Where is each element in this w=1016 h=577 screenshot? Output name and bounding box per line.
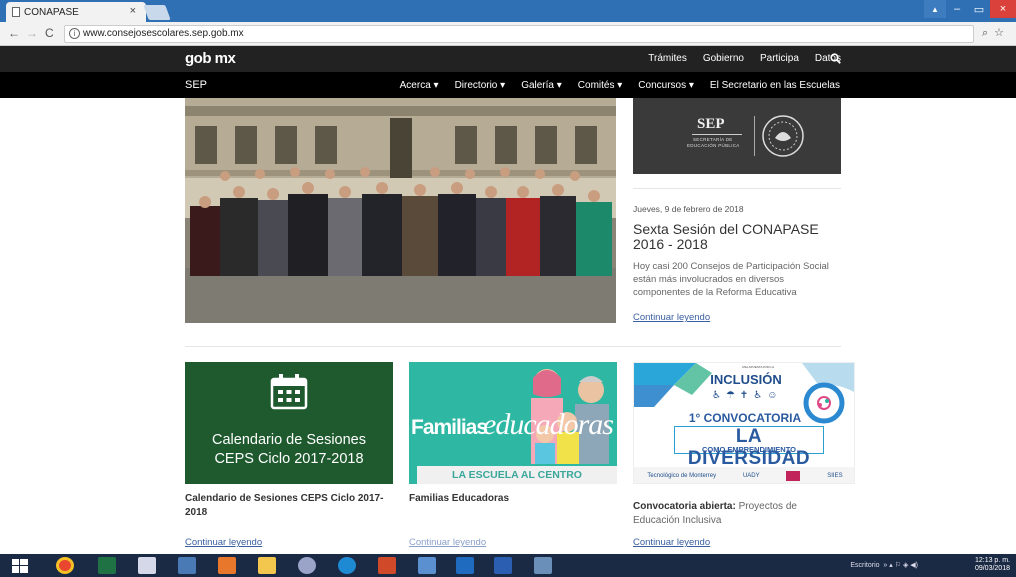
card-familias-image[interactable]: Familias educadoras LA ESCUELA AL CENTRO xyxy=(409,362,617,484)
card-familias-title[interactable]: Familias Educadoras xyxy=(409,492,619,506)
powerpoint-icon[interactable] xyxy=(378,557,396,574)
gob-top-bar: gob mx Trámites Gobierno Participa Datos xyxy=(0,46,1016,72)
address-bar: ← → C i www.consejosescolares.sep.gob.mx… xyxy=(0,22,1016,46)
window-controls: ▲ – ▭ × xyxy=(924,0,1016,18)
app-icon[interactable] xyxy=(418,557,436,574)
news-read-more-link[interactable]: Continuar leyendo xyxy=(633,312,710,323)
hero-group-photo[interactable] xyxy=(185,98,616,323)
card-familias-image-text-2: educadoras xyxy=(483,408,614,441)
nav-gobierno[interactable]: Gobierno xyxy=(703,53,744,64)
excel-icon[interactable] xyxy=(98,557,116,574)
card-calendario-image[interactable]: Calendario de Sesiones CEPS Ciclo 2017-2… xyxy=(185,362,393,484)
zoom-bookmark-icons[interactable]: ⌕☆ xyxy=(982,26,1010,40)
nav-galeria[interactable]: Galería ▾ xyxy=(521,80,562,91)
gobmx-logo[interactable]: gob mx xyxy=(185,50,236,67)
tray-date: 09/03/2018 xyxy=(974,565,1010,572)
info-icon[interactable]: i xyxy=(69,28,80,39)
close-window-button[interactable]: × xyxy=(990,0,1016,18)
sponsor-logos: Tecnológico de Monterrey UADY SIIES xyxy=(634,467,854,483)
page-icon xyxy=(12,7,20,17)
nav-tramites[interactable]: Trámites xyxy=(648,53,687,64)
close-tab-icon[interactable]: × xyxy=(130,5,136,17)
section-divider xyxy=(185,346,841,347)
sep-nav-bar: SEP Acerca ▾ Directorio ▾ Galería ▾ Comi… xyxy=(0,72,1016,98)
card-inclusion-image-text-4: COMO EMPRENDIMIENTO xyxy=(701,445,797,454)
sep-nav: Acerca ▾ Directorio ▾ Galería ▾ Comités … xyxy=(400,80,840,91)
user-icon[interactable]: ▲ xyxy=(924,0,946,18)
card-calendario-title[interactable]: Calendario de Sesiones CEPS Ciclo 2017-2… xyxy=(185,492,395,520)
file-explorer-icon[interactable] xyxy=(258,557,276,574)
media-player-icon[interactable] xyxy=(218,557,236,574)
nav-comites[interactable]: Comités ▾ xyxy=(578,80,623,91)
card-familias-image-text-3: LA ESCUELA AL CENTRO xyxy=(452,469,582,481)
divider xyxy=(633,188,841,189)
card-inclusion-image-text-1: INCLUSIÓN xyxy=(710,372,782,387)
tray-desktop-label[interactable]: Escritorio » ▴ ⚐ ◈ ◀) xyxy=(850,561,918,569)
nav-acerca[interactable]: Acerca ▾ xyxy=(400,80,439,91)
seal-subtitle-2: EDUCACIÓN PÚBLICA xyxy=(687,143,740,148)
logo-siies: SIIES xyxy=(827,473,843,479)
news-description: Hoy casi 200 Consejos de Participación S… xyxy=(633,261,829,298)
card-familias-link[interactable]: Continuar leyendo xyxy=(409,537,486,548)
browser-tab-strip: CONAPASE × ▲ – ▭ × xyxy=(0,0,1016,22)
browser-tab[interactable]: CONAPASE × xyxy=(6,2,146,22)
chrome-icon[interactable] xyxy=(56,557,74,574)
windows-start-icon[interactable] xyxy=(12,559,28,573)
outlook-icon[interactable] xyxy=(456,557,474,574)
new-tab-button[interactable] xyxy=(143,5,171,20)
seal-title: SEP xyxy=(697,116,725,132)
word-icon[interactable] xyxy=(494,557,512,574)
card-inclusion-image-text-2: 1° CONVOCATORIA xyxy=(688,411,802,425)
internet-explorer-icon[interactable] xyxy=(338,557,356,574)
card-calendario-image-text-1: Calendario de Sesiones xyxy=(212,432,366,448)
nav-concursos[interactable]: Concursos ▾ xyxy=(638,80,694,91)
nav-directorio[interactable]: Directorio ▾ xyxy=(455,80,506,91)
nav-secretario[interactable]: El Secretario en las Escuelas xyxy=(710,80,840,91)
maximize-button[interactable]: ▭ xyxy=(968,0,990,18)
card-inclusion-image-text-0: UNA APUESTA POR LA xyxy=(741,365,775,369)
card-inclusion-title[interactable]: Convocatoria abierta: Proyectos de Educa… xyxy=(633,500,833,528)
card-inclusion-image[interactable]: UNA APUESTA POR LA INCLUSIÓN ♿☂✝♿☺ 1° CO… xyxy=(633,362,855,484)
remote-desktop-icon[interactable] xyxy=(534,557,552,574)
reload-icon[interactable]: C xyxy=(45,26,54,40)
tab-title: CONAPASE xyxy=(24,6,79,18)
tray-time: 12:13 p. m. xyxy=(974,557,1010,564)
seal-subtitle-1: SECRETARÍA DE xyxy=(693,137,733,142)
card-calendario-link[interactable]: Continuar leyendo xyxy=(185,537,262,548)
paint-icon[interactable] xyxy=(298,557,316,574)
back-icon[interactable]: ← xyxy=(8,26,20,40)
logo-fundacion xyxy=(786,471,801,481)
card-calendario-image-text-2: CEPS Ciclo 2017-2018 xyxy=(214,451,364,467)
tray-clock[interactable]: 12:13 p. m. 09/03/2018 xyxy=(975,557,1010,573)
nav-participa[interactable]: Participa xyxy=(760,53,799,64)
mexico-seal-icon xyxy=(762,115,804,157)
gob-nav: Trámites Gobierno Participa Datos xyxy=(648,53,841,64)
logo-uady: UADY xyxy=(742,473,760,479)
seal-divider xyxy=(692,134,742,135)
news-date: Jueves, 9 de febrero de 2018 xyxy=(633,204,744,214)
minimize-button[interactable]: – xyxy=(946,0,968,18)
forward-icon[interactable]: → xyxy=(26,26,38,40)
seal-vertical-divider xyxy=(754,116,755,156)
calendar-icon xyxy=(270,374,308,410)
card-inclusion-link[interactable]: Continuar leyendo xyxy=(633,537,710,548)
url-text: www.consejosescolares.sep.gob.mx xyxy=(83,28,244,39)
search-tool-icon[interactable] xyxy=(138,557,156,574)
windows-taskbar: Escritorio » ▴ ⚐ ◈ ◀) 12:13 p. m. 09/03/… xyxy=(0,554,1016,577)
sep-seal-banner[interactable]: SEP SECRETARÍA DE EDUCACIÓN PÚBLICA xyxy=(633,98,841,174)
news-title[interactable]: Sexta Sesión del CONAPASE 2016 - 2018 xyxy=(633,222,843,252)
logo-tec-monterrey: Tecnológico de Monterrey xyxy=(647,473,717,479)
search-icon[interactable] xyxy=(830,53,841,64)
url-input[interactable]: i www.consejosescolares.sep.gob.mx xyxy=(64,25,974,43)
card-familias-image-text-1: Familias xyxy=(411,416,488,439)
calculator-icon[interactable] xyxy=(178,557,196,574)
sep-logo[interactable]: SEP xyxy=(185,79,207,91)
accessibility-icons: ♿☂✝♿☺ xyxy=(712,390,783,401)
